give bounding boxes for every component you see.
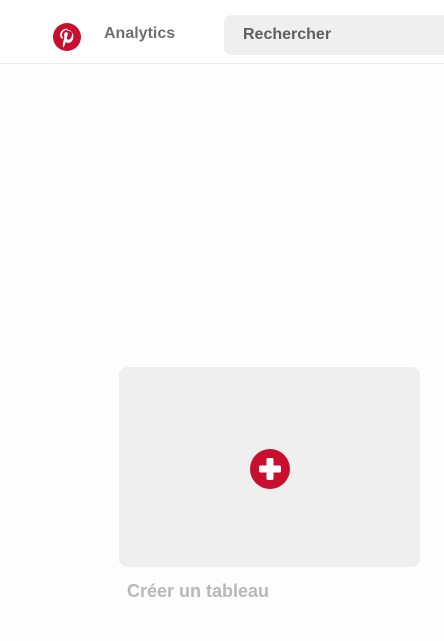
create-board-card[interactable] — [119, 367, 420, 567]
plus-circle-icon[interactable] — [250, 449, 290, 489]
create-board-label[interactable]: Créer un tableau — [127, 580, 269, 602]
pinterest-logo-icon[interactable] — [53, 23, 81, 51]
nav-analytics-link[interactable]: Analytics — [104, 24, 175, 44]
search-input[interactable] — [224, 15, 444, 55]
top-header: Analytics — [0, 0, 444, 64]
